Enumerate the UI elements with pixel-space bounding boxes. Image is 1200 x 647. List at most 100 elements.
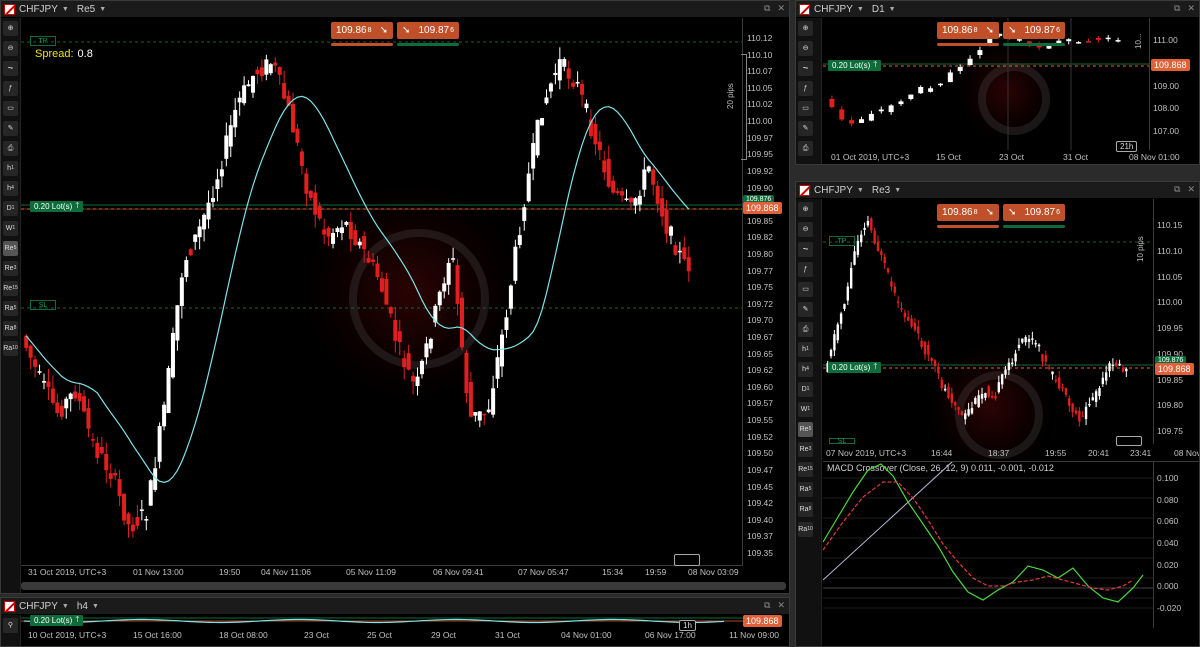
timeframe-button-h1[interactable]: h1 <box>798 342 813 357</box>
drawing-icon[interactable]: ✎ <box>798 121 813 136</box>
close-icon[interactable]: ✕ <box>777 3 785 14</box>
take-profit-marker[interactable]: TP <box>829 236 855 246</box>
zoom-in-icon[interactable]: ⊕ <box>3 21 18 36</box>
sell-button[interactable]: 109.86 8 ➘ <box>937 22 999 39</box>
take-profit-marker[interactable]: TP <box>30 36 56 46</box>
screenshot-icon[interactable]: ⎙ <box>798 141 813 156</box>
price-tick-label: 109.52 <box>747 431 773 442</box>
template-icon[interactable]: ▭ <box>3 101 18 116</box>
price-tick-label: 109.42 <box>747 498 773 509</box>
position-lots-badge[interactable]: 0.20 Lot(s) 🡑 <box>828 362 882 373</box>
timeframe-button-re5[interactable]: Re 5 <box>3 241 18 256</box>
timeframe-button-re15[interactable]: Re 15 <box>798 462 813 477</box>
timeframe-button-d1[interactable]: D1 <box>798 382 813 397</box>
re3-candlestick-chart[interactable] <box>823 199 1153 444</box>
timeframe-button-ra10[interactable]: Ra 10 <box>798 522 813 537</box>
timeframe-button-ra10[interactable]: Ra 10 <box>3 341 18 356</box>
time-axis[interactable]: 10 Oct 2019, UTC+3 15 Oct 16:00 18 Oct 08:… <box>21 630 789 642</box>
symbol-selector[interactable]: CHFJPY ▼ <box>814 4 864 15</box>
h4-chart[interactable] <box>21 615 743 628</box>
timeframe-button-re15[interactable]: Re 15 <box>3 281 18 296</box>
indicator-icon[interactable]: ƒ <box>3 81 18 96</box>
sell-button[interactable]: 109.86 8 ➘ <box>331 22 393 39</box>
candle-body <box>876 241 880 252</box>
macd-line <box>823 463 1144 603</box>
screenshot-icon[interactable]: ⎙ <box>798 322 813 337</box>
symbol-selector[interactable]: CHFJPY ▼ <box>814 185 864 196</box>
timeframe-button-ra5[interactable]: Ra 5 <box>3 301 18 316</box>
price-axis[interactable]: 110.15 110.10 110.05 110.00 109.95 109.90 109.… <box>1153 199 1199 444</box>
symbol-selector[interactable]: CHFJPY ▼ <box>19 4 69 15</box>
screenshot-icon[interactable]: ⎙ <box>3 141 18 156</box>
timeframe-selector[interactable]: h4 ▼ <box>77 601 99 612</box>
timeframe-button-d1[interactable]: D1 <box>3 201 18 216</box>
price-axis[interactable]: 110.12 110.10 110.07 110.05 110.02 110.00 109.… <box>743 18 789 566</box>
drawing-icon[interactable]: ✎ <box>798 302 813 317</box>
timeframe-button-w1[interactable]: W1 <box>3 221 18 236</box>
indicator-icon[interactable]: ƒ <box>798 262 813 277</box>
chart-type-icon[interactable]: ⏦ <box>798 242 813 257</box>
indicator-icon[interactable]: ƒ <box>798 81 813 96</box>
candle-body <box>1081 415 1084 417</box>
buy-button[interactable]: ➘ 109.87 6 <box>397 22 459 39</box>
close-icon[interactable]: ✕ <box>777 600 785 611</box>
timeframe-button-re5[interactable]: Re 5 <box>798 422 813 437</box>
stop-loss-marker[interactable]: SL <box>30 300 56 310</box>
time-axis[interactable]: 31 Oct 2019, UTC+3 01 Nov 13:00 19:50 04 No… <box>21 567 743 579</box>
macd-axis[interactable]: 0.100 0.080 0.060 0.040 0.020 0.000 -0.020 <box>1153 462 1199 628</box>
macd-indicator-chart[interactable] <box>823 462 1153 628</box>
candle-body <box>843 303 846 309</box>
position-lots-badge[interactable]: 0.20 Lot(s) 🡑 <box>828 60 882 71</box>
timeframe-button-ra8[interactable]: Ra 8 <box>798 502 813 517</box>
zoom-out-icon[interactable]: ⊖ <box>798 41 813 56</box>
candle-body <box>1000 374 1004 385</box>
time-tick-label: 04 Nov 11:06 <box>261 567 311 577</box>
restore-icon[interactable]: ⧉ <box>764 600 770 611</box>
pips-label: 20 pips <box>726 83 735 109</box>
close-icon[interactable]: ✕ <box>1187 3 1195 14</box>
zoom-in-icon[interactable]: ⚲ <box>3 618 18 633</box>
position-lots-badge[interactable]: 0.20 Lot(s) 🡑 <box>30 615 84 626</box>
drawing-icon[interactable]: ✎ <box>3 121 18 136</box>
price-tick-label: 109.85 <box>1157 374 1183 385</box>
buy-button[interactable]: ➘ 109.87 6 <box>1003 22 1065 39</box>
template-icon[interactable]: ▭ <box>798 101 813 116</box>
candle-body <box>970 408 974 414</box>
candle-body <box>99 446 104 454</box>
horizontal-scrollbar[interactable] <box>21 582 786 590</box>
stop-loss-marker[interactable]: SL <box>829 438 855 445</box>
symbol-selector[interactable]: CHFJPY ▼ <box>19 601 69 612</box>
timeframe-selector[interactable]: Re3 ▼ <box>872 185 901 196</box>
restore-icon[interactable]: ⧉ <box>764 3 770 14</box>
chart-type-icon[interactable]: ⏦ <box>798 61 813 76</box>
main-candlestick-chart[interactable] <box>21 18 743 566</box>
time-axis[interactable]: 01 Oct 2019, UTC+3 15 Oct 23 Oct 31 Oct 08 N… <box>823 152 1199 164</box>
timeframe-button-h1[interactable]: h1 <box>3 161 18 176</box>
timeframe-button-ra5[interactable]: Ra 5 <box>798 482 813 497</box>
price-axis[interactable]: 111.00110.00109.00108.00107.00 <box>1149 18 1199 150</box>
timeframe-selector[interactable]: D1 ▼ <box>872 4 896 15</box>
close-icon[interactable]: ✕ <box>1187 184 1195 195</box>
timeframe-button-ra8[interactable]: Ra 8 <box>3 321 18 336</box>
timeframe-button-re3[interactable]: Re 3 <box>3 261 18 276</box>
position-lots-badge[interactable]: 0.20 Lot(s) 🡑 <box>30 201 84 212</box>
zoom-out-icon[interactable]: ⊖ <box>798 222 813 237</box>
timeframe-button-h4[interactable]: h4 <box>3 181 18 196</box>
zoom-out-icon[interactable]: ⊖ <box>3 41 18 56</box>
template-icon[interactable]: ▭ <box>798 282 813 297</box>
zoom-in-icon[interactable]: ⊕ <box>798 21 813 36</box>
zoom-in-icon[interactable]: ⊕ <box>798 202 813 217</box>
timeframe-button-h4[interactable]: h4 <box>798 362 813 377</box>
restore-icon[interactable]: ⧉ <box>1174 3 1180 14</box>
time-axis[interactable]: 07 Nov 2019, UTC+3 16:44 18:37 19:55 20:41 23… <box>823 448 1199 460</box>
candle-body <box>371 259 376 262</box>
timeframe-button-re3[interactable]: Re 3 <box>798 442 813 457</box>
chart-type-icon[interactable]: ⏦ <box>3 61 18 76</box>
candle-body <box>930 358 933 361</box>
candle-body <box>833 334 836 351</box>
timeframe-button-w1[interactable]: W1 <box>798 402 813 417</box>
restore-icon[interactable]: ⧉ <box>1174 184 1180 195</box>
sell-button[interactable]: 109.86 8 ➘ <box>937 204 999 221</box>
buy-button[interactable]: ➘ 109.87 6 <box>1003 204 1065 221</box>
timeframe-selector[interactable]: Re5 ▼ <box>77 4 106 15</box>
